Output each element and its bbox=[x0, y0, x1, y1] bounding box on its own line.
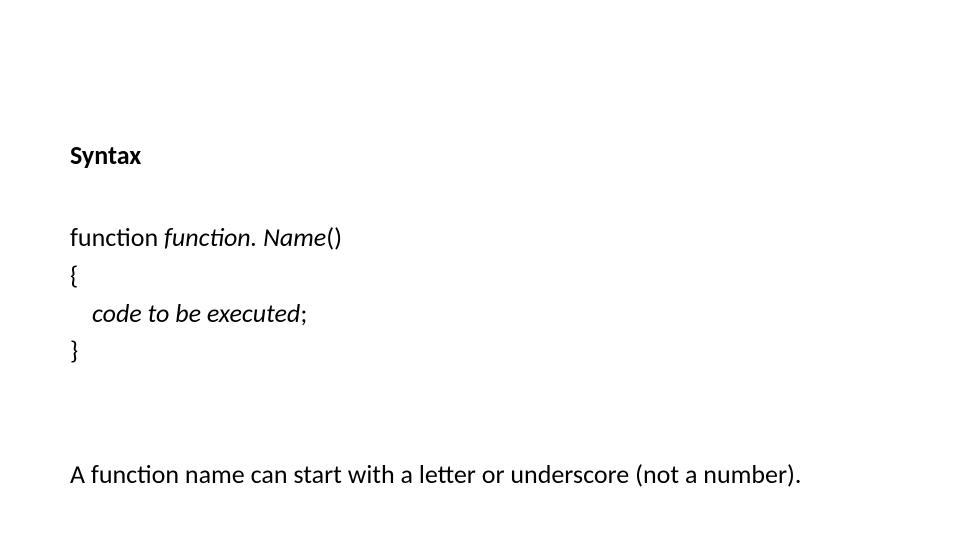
code-line-1: function function. Name() bbox=[70, 219, 890, 257]
syntax-code-block: function function. Name() { code to be e… bbox=[70, 219, 890, 370]
function-name-placeholder: function. Name bbox=[164, 221, 326, 253]
keyword-function: function bbox=[70, 221, 164, 253]
section-heading: Syntax bbox=[70, 140, 890, 171]
code-body-placeholder: code to be executed bbox=[92, 297, 300, 329]
code-line-4: } bbox=[70, 332, 890, 370]
slide: Syntax function function. Name() { code … bbox=[0, 0, 960, 540]
parens: () bbox=[326, 221, 342, 253]
code-line-2: { bbox=[70, 257, 890, 295]
semicolon: ; bbox=[300, 297, 307, 329]
footnote-text: A function name can start with a letter … bbox=[70, 458, 890, 492]
code-line-3: code to be executed; bbox=[70, 295, 890, 333]
